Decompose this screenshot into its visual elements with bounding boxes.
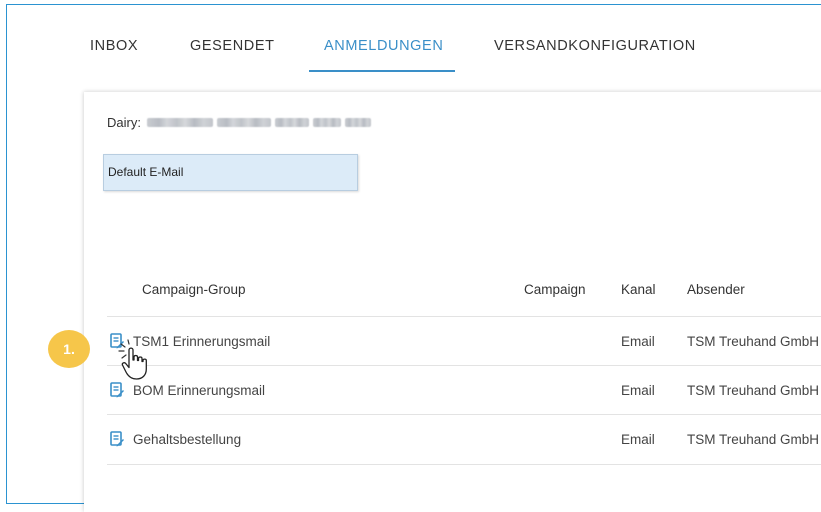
tab-anmeldungen[interactable]: ANMELDUNGEN — [324, 38, 443, 54]
redacted-value — [312, 117, 341, 127]
redacted-value — [146, 117, 213, 127]
redacted-value — [216, 117, 271, 127]
header-absender[interactable]: Absender — [687, 282, 745, 297]
header-campaign[interactable]: Campaign — [524, 282, 586, 297]
cell-absender: TSM Treuhand GmbH — [687, 383, 820, 398]
cell-absender: TSM Treuhand GmbH — [687, 334, 820, 349]
table-header: Campaign-Group Campaign Kanal Absender — [107, 282, 821, 302]
tab-versandkonfiguration[interactable]: VERSANDKONFIGURATION — [494, 38, 696, 54]
hand-pointer-icon — [118, 339, 147, 380]
header-campaign-group[interactable]: Campaign-Group — [142, 282, 246, 297]
table-row[interactable]: TSM1 Erinnerungsmail Email TSM Treuhand … — [107, 316, 821, 366]
redacted-value — [274, 117, 309, 127]
tab-gesendet[interactable]: GESENDET — [190, 38, 275, 54]
tab-inbox[interactable]: INBOX — [90, 38, 138, 54]
email-config-select-value: Default E-Mail — [108, 165, 184, 179]
cell-kanal: Email — [621, 334, 655, 349]
dairy-info: Dairy: — [107, 112, 375, 132]
cell-campaign-group: Gehaltsbestellung — [133, 432, 242, 447]
header-kanal[interactable]: Kanal — [621, 282, 656, 297]
tab-bar: INBOX GESENDET ANMELDUNGEN VERSANDKONFIG… — [0, 0, 821, 74]
step-badge: 1. — [48, 330, 90, 368]
edit-document-icon[interactable] — [110, 431, 124, 447]
cell-kanal: Email — [621, 383, 655, 398]
active-tab-indicator — [309, 70, 455, 72]
table-row[interactable]: BOM Erinnerungsmail Email TSM Treuhand G… — [107, 365, 821, 415]
cell-campaign-group: BOM Erinnerungsmail — [133, 383, 266, 398]
dairy-label: Dairy: — [107, 114, 141, 130]
email-config-select[interactable]: Default E-Mail — [103, 154, 358, 191]
cell-kanal: Email — [621, 432, 655, 447]
table-row[interactable]: Gehaltsbestellung Email TSM Treuhand Gmb… — [107, 414, 821, 465]
cell-absender: TSM Treuhand GmbH — [687, 432, 820, 447]
edit-document-icon[interactable] — [110, 382, 124, 398]
redacted-value — [344, 117, 371, 127]
